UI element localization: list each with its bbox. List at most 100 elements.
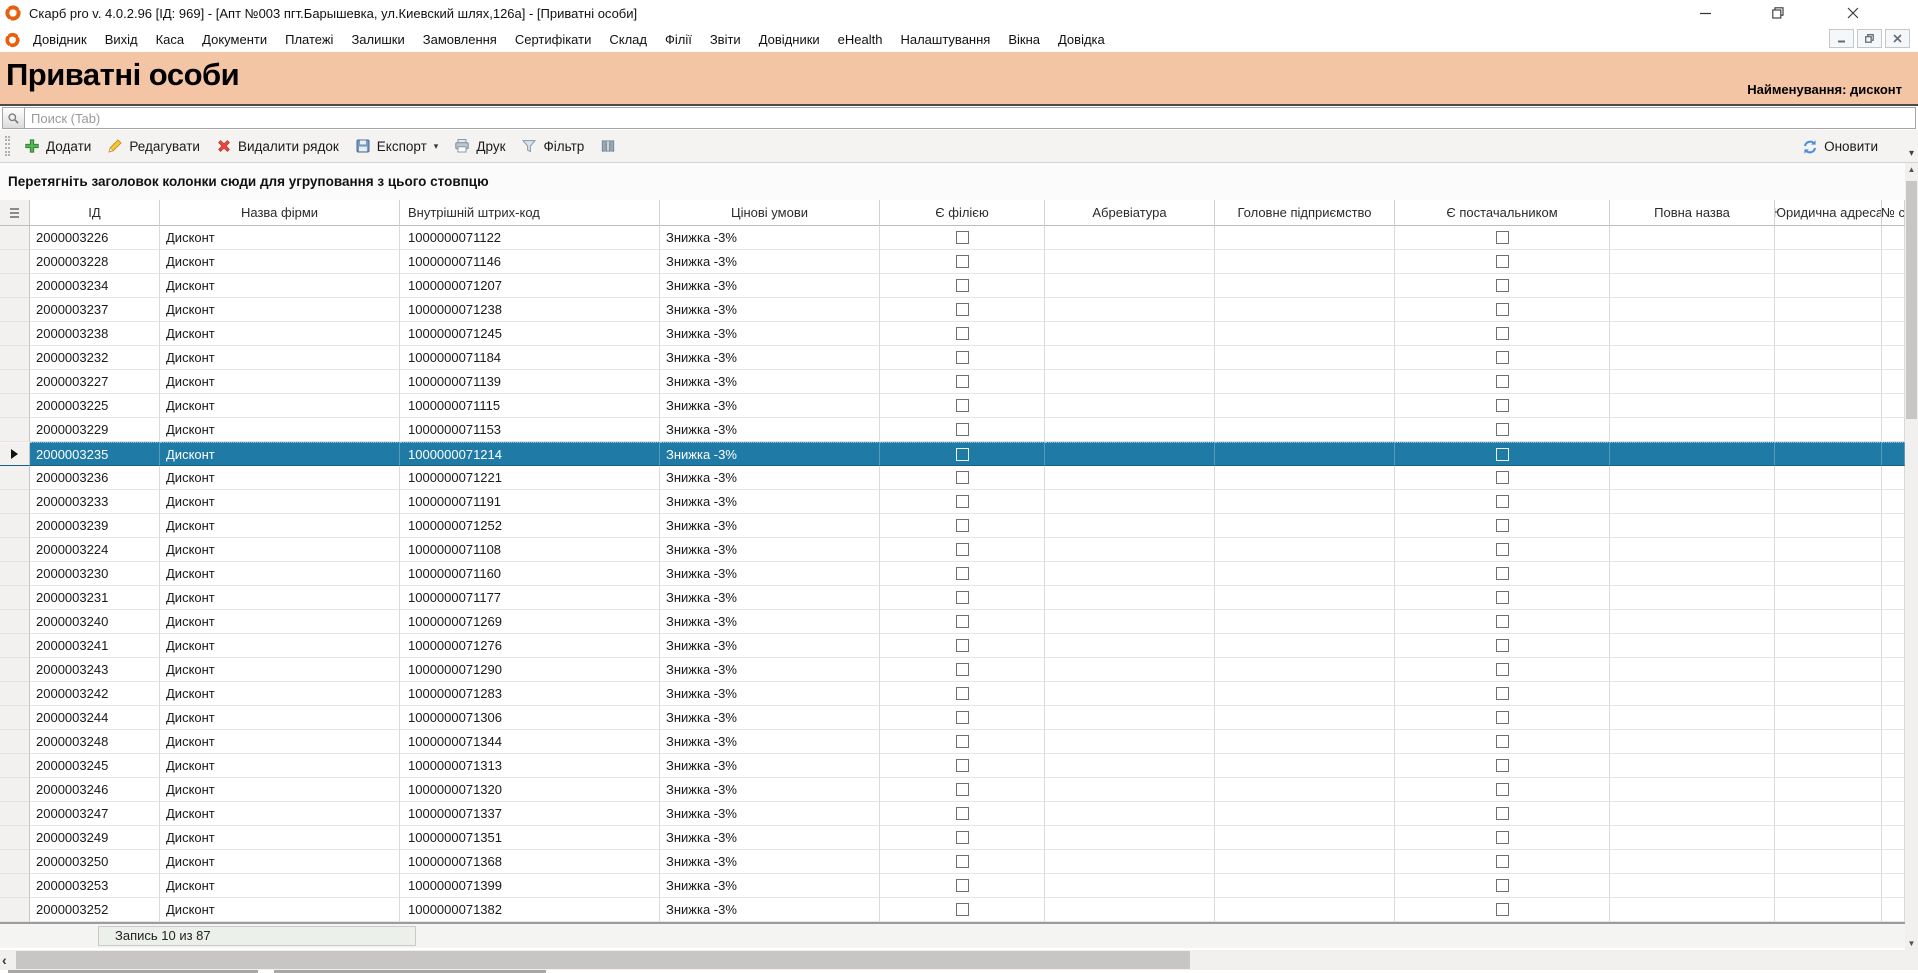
cell-is-branch[interactable] — [880, 682, 1045, 706]
cell-full-name[interactable] — [1610, 802, 1775, 826]
cell-full-name[interactable] — [1610, 634, 1775, 658]
cell-barcode[interactable]: 1000000071290 — [400, 658, 660, 682]
cell-is-branch[interactable] — [880, 394, 1045, 418]
toolbar-button-3[interactable]: Експорт▾ — [347, 134, 447, 158]
cell-is-supplier[interactable] — [1395, 634, 1610, 658]
cell-is-supplier-checkbox[interactable] — [1496, 639, 1509, 652]
cell-abbreviation[interactable] — [1045, 754, 1215, 778]
table-row[interactable]: 2000003229Дисконт1000000071153Знижка -3% — [0, 418, 1905, 442]
cell-parent-company[interactable] — [1215, 442, 1395, 466]
cell-legal-address[interactable] — [1775, 778, 1882, 802]
cell-is-supplier[interactable] — [1395, 250, 1610, 274]
menu-item-3[interactable]: Документи — [193, 28, 276, 51]
cell-abbreviation[interactable] — [1045, 226, 1215, 250]
cell-id[interactable]: 2000003232 — [30, 346, 160, 370]
cell-id[interactable]: 2000003225 — [30, 394, 160, 418]
cell-firm[interactable]: Дисконт — [160, 538, 400, 562]
cell-firm[interactable]: Дисконт — [160, 658, 400, 682]
cell-legal-address[interactable] — [1775, 634, 1882, 658]
group-by-panel[interactable]: Перетягніть заголовок колонки сюди для у… — [0, 163, 1918, 200]
cell-certificate[interactable] — [1882, 658, 1905, 682]
cell-certificate[interactable] — [1882, 490, 1905, 514]
table-row[interactable]: 2000003240Дисконт1000000071269Знижка -3% — [0, 610, 1905, 634]
cell-price-terms[interactable]: Знижка -3% — [660, 394, 880, 418]
cell-price-terms[interactable]: Знижка -3% — [660, 682, 880, 706]
cell-is-supplier[interactable] — [1395, 370, 1610, 394]
table-row[interactable]: 2000003234Дисконт1000000071207Знижка -3% — [0, 274, 1905, 298]
cell-is-branch[interactable] — [880, 466, 1045, 490]
cell-abbreviation[interactable] — [1045, 610, 1215, 634]
table-row[interactable]: 2000003232Дисконт1000000071184Знижка -3% — [0, 346, 1905, 370]
cell-is-supplier[interactable] — [1395, 394, 1610, 418]
menu-item-8[interactable]: Склад — [600, 28, 656, 51]
column-header-9[interactable]: Юридична адреса — [1775, 200, 1882, 226]
cell-is-branch[interactable] — [880, 514, 1045, 538]
menu-item-6[interactable]: Замовлення — [414, 28, 506, 51]
cell-is-supplier[interactable] — [1395, 322, 1610, 346]
table-row[interactable]: 2000003227Дисконт1000000071139Знижка -3% — [0, 370, 1905, 394]
cell-parent-company[interactable] — [1215, 226, 1395, 250]
cell-certificate[interactable] — [1882, 442, 1905, 466]
cell-certificate[interactable] — [1882, 466, 1905, 490]
table-row[interactable]: 2000003225Дисконт1000000071115Знижка -3% — [0, 394, 1905, 418]
cell-is-branch-checkbox[interactable] — [956, 591, 969, 604]
cell-certificate[interactable] — [1882, 850, 1905, 874]
cell-certificate[interactable] — [1882, 754, 1905, 778]
cell-is-supplier-checkbox[interactable] — [1496, 448, 1509, 461]
cell-is-supplier-checkbox[interactable] — [1496, 543, 1509, 556]
cell-firm[interactable]: Дисконт — [160, 874, 400, 898]
cell-barcode[interactable]: 1000000071139 — [400, 370, 660, 394]
cell-parent-company[interactable] — [1215, 394, 1395, 418]
cell-certificate[interactable] — [1882, 898, 1905, 922]
cell-barcode[interactable]: 1000000071177 — [400, 586, 660, 610]
cell-abbreviation[interactable] — [1045, 706, 1215, 730]
cell-id[interactable]: 2000003244 — [30, 706, 160, 730]
cell-certificate[interactable] — [1882, 274, 1905, 298]
cell-full-name[interactable] — [1610, 586, 1775, 610]
menu-item-4[interactable]: Платежі — [276, 28, 342, 51]
cell-full-name[interactable] — [1610, 322, 1775, 346]
cell-legal-address[interactable] — [1775, 586, 1882, 610]
cell-price-terms[interactable]: Знижка -3% — [660, 226, 880, 250]
cell-is-supplier[interactable] — [1395, 538, 1610, 562]
cell-legal-address[interactable] — [1775, 874, 1882, 898]
cell-price-terms[interactable]: Знижка -3% — [660, 370, 880, 394]
cell-barcode[interactable]: 1000000071245 — [400, 322, 660, 346]
cell-legal-address[interactable] — [1775, 562, 1882, 586]
cell-parent-company[interactable] — [1215, 610, 1395, 634]
cell-firm[interactable]: Дисконт — [160, 586, 400, 610]
column-header-2[interactable]: Внутрішній штрих-код — [400, 200, 660, 226]
cell-barcode[interactable]: 1000000071146 — [400, 250, 660, 274]
cell-id[interactable]: 2000003235 — [30, 442, 160, 466]
cell-is-supplier-checkbox[interactable] — [1496, 495, 1509, 508]
cell-abbreviation[interactable] — [1045, 562, 1215, 586]
vertical-scrollbar[interactable]: ▲ ▼ — [1905, 163, 1918, 950]
cell-abbreviation[interactable] — [1045, 322, 1215, 346]
cell-firm[interactable]: Дисконт — [160, 682, 400, 706]
cell-barcode[interactable]: 1000000071276 — [400, 634, 660, 658]
cell-legal-address[interactable] — [1775, 610, 1882, 634]
cell-certificate[interactable] — [1882, 322, 1905, 346]
cell-is-branch-checkbox[interactable] — [956, 663, 969, 676]
cell-legal-address[interactable] — [1775, 370, 1882, 394]
cell-certificate[interactable] — [1882, 826, 1905, 850]
cell-firm[interactable]: Дисконт — [160, 730, 400, 754]
cell-is-branch-checkbox[interactable] — [956, 471, 969, 484]
cell-full-name[interactable] — [1610, 490, 1775, 514]
cell-is-branch[interactable] — [880, 706, 1045, 730]
table-row[interactable]: 2000003236Дисконт1000000071221Знижка -3% — [0, 466, 1905, 490]
cell-parent-company[interactable] — [1215, 850, 1395, 874]
cell-is-branch-checkbox[interactable] — [956, 495, 969, 508]
table-row[interactable]: 2000003249Дисконт1000000071351Знижка -3% — [0, 826, 1905, 850]
cell-price-terms[interactable]: Знижка -3% — [660, 898, 880, 922]
cell-barcode[interactable]: 1000000071351 — [400, 826, 660, 850]
cell-id[interactable]: 2000003227 — [30, 370, 160, 394]
cell-barcode[interactable]: 1000000071252 — [400, 514, 660, 538]
cell-abbreviation[interactable] — [1045, 538, 1215, 562]
table-row[interactable]: 2000003245Дисконт1000000071313Знижка -3% — [0, 754, 1905, 778]
cell-is-supplier-checkbox[interactable] — [1496, 759, 1509, 772]
cell-full-name[interactable] — [1610, 826, 1775, 850]
cell-is-supplier-checkbox[interactable] — [1496, 615, 1509, 628]
cell-parent-company[interactable] — [1215, 898, 1395, 922]
cell-is-branch[interactable] — [880, 826, 1045, 850]
